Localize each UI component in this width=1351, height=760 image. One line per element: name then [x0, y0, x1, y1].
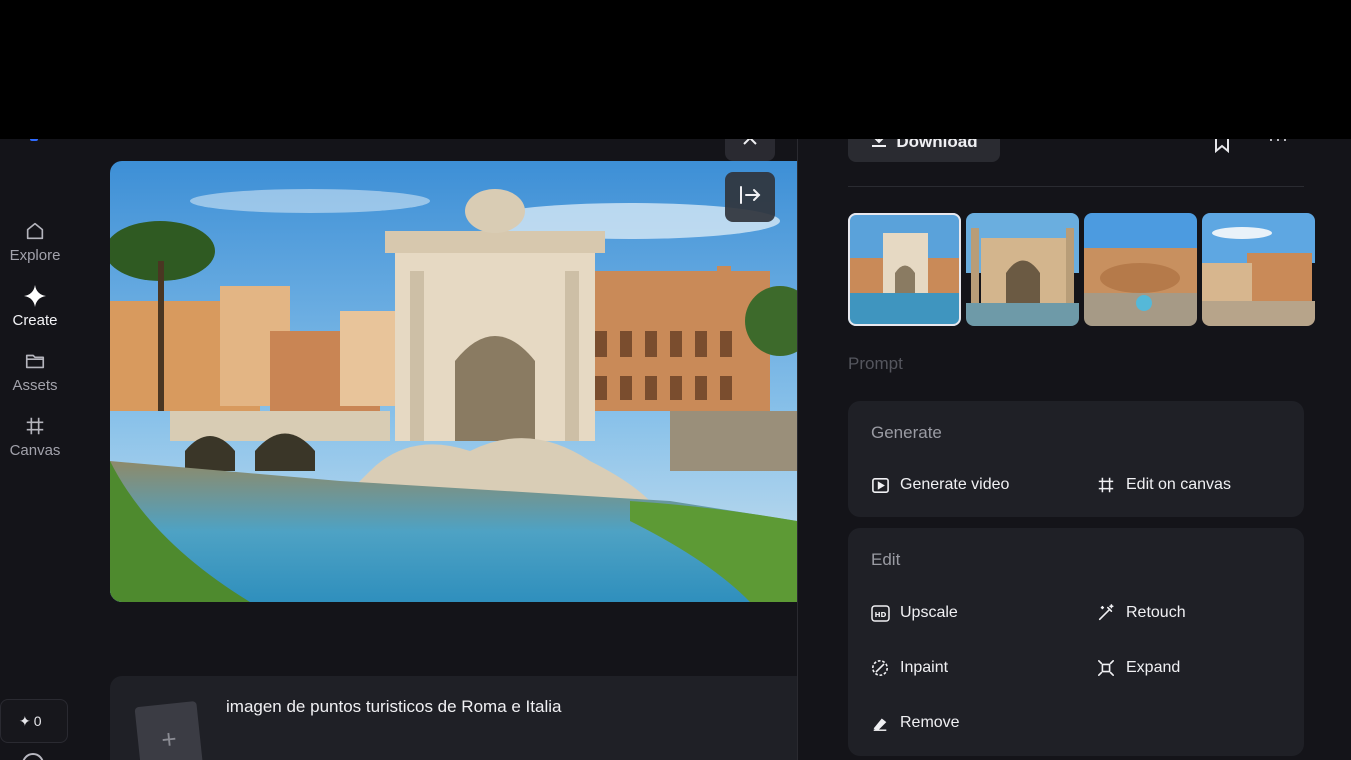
magic-wand-icon [1096, 603, 1116, 623]
more-options-button[interactable]: ··· [1268, 139, 1289, 150]
sidebar-item-label: Create [12, 312, 58, 329]
expand-label: Expand [1126, 659, 1181, 676]
plus-icon: + [159, 722, 179, 755]
sparkle-icon: ✦ [19, 712, 31, 729]
svg-text:HD: HD [874, 609, 886, 618]
sidebar-item-label: Assets [12, 377, 58, 394]
crop-grid-icon [1096, 475, 1116, 495]
inpaint-icon [870, 658, 890, 678]
sidebar-item-label: Canvas [9, 442, 61, 459]
more-icon: ··· [1268, 139, 1289, 149]
retouch-label: Retouch [1126, 604, 1186, 621]
generate-video-label: Generate video [900, 476, 1010, 493]
home-icon [23, 219, 47, 243]
bookmark-button[interactable] [1212, 139, 1236, 155]
edit-on-canvas-button[interactable]: Edit on canvas [1096, 475, 1231, 495]
upscale-button[interactable]: HD Upscale [870, 603, 958, 623]
avatar[interactable] [22, 753, 44, 760]
edit-title: Edit [871, 550, 901, 569]
generated-image[interactable] [110, 161, 797, 602]
add-image-button[interactable]: + [134, 700, 204, 760]
variation-thumbnails [848, 213, 1315, 326]
remove-button[interactable]: Remove [870, 713, 960, 733]
sidebar-item-canvas[interactable]: Canvas [0, 414, 70, 470]
download-label: Download [896, 139, 978, 151]
close-icon [742, 139, 758, 151]
top-black-bar [0, 0, 1351, 139]
main-viewer: + imagen de puntos turisticos de Roma e … [70, 139, 810, 760]
folder-icon [23, 349, 47, 373]
hd-icon: HD [870, 603, 890, 623]
generate-card: Generate Generate video Edit on canvas [848, 401, 1304, 517]
edit-on-canvas-label: Edit on canvas [1126, 476, 1231, 493]
sidebar-item-assets[interactable]: Assets [0, 349, 70, 405]
arrow-right-bar-icon [738, 183, 762, 212]
inpaint-button[interactable]: Inpaint [870, 658, 948, 678]
close-button[interactable] [725, 139, 775, 161]
play-icon [870, 475, 890, 495]
bookmark-icon [1212, 139, 1232, 157]
eraser-icon [870, 713, 890, 733]
details-panel: Download ··· Prompt Generate Generate vi… [797, 139, 1351, 760]
divider [848, 186, 1304, 187]
collapse-panel-button[interactable] [725, 172, 775, 222]
upscale-label: Upscale [900, 604, 958, 621]
sidebar-item-explore[interactable]: Explore [0, 219, 70, 275]
generate-title: Generate [871, 423, 942, 442]
retouch-button[interactable]: Retouch [1096, 603, 1186, 623]
diamond-icon [23, 284, 47, 308]
variation-thumbnail-2[interactable] [966, 213, 1079, 326]
logo [30, 139, 38, 141]
prompt-card: + imagen de puntos turisticos de Roma e … [110, 676, 810, 760]
edit-card: Edit HD Upscale Retouch Inpaint Expand R… [848, 528, 1304, 756]
credits-count: 0 [33, 713, 42, 729]
expand-button[interactable]: Expand [1096, 658, 1180, 678]
sidebar-item-label: Explore [9, 247, 61, 264]
variation-thumbnail-3[interactable] [1084, 213, 1197, 326]
variation-thumbnail-1[interactable] [848, 213, 961, 326]
prompt-text: imagen de puntos turisticos de Roma e It… [226, 697, 562, 716]
download-button[interactable]: Download [848, 139, 1000, 162]
left-sidebar: Explore Create Assets Canvas ✦ 0 [0, 139, 70, 760]
expand-icon [1096, 658, 1116, 678]
app-window: Explore Create Assets Canvas ✦ 0 + image… [0, 139, 1351, 760]
download-icon [870, 139, 888, 153]
inpaint-label: Inpaint [900, 659, 949, 676]
generate-video-button[interactable]: Generate video [870, 475, 1009, 495]
credits-badge[interactable]: ✦ 0 [0, 699, 68, 743]
remove-label: Remove [900, 714, 960, 731]
sidebar-item-create[interactable]: Create [0, 284, 70, 340]
grid-icon [23, 414, 47, 438]
variation-thumbnail-4[interactable] [1202, 213, 1315, 326]
prompt-label: Prompt [848, 354, 903, 373]
